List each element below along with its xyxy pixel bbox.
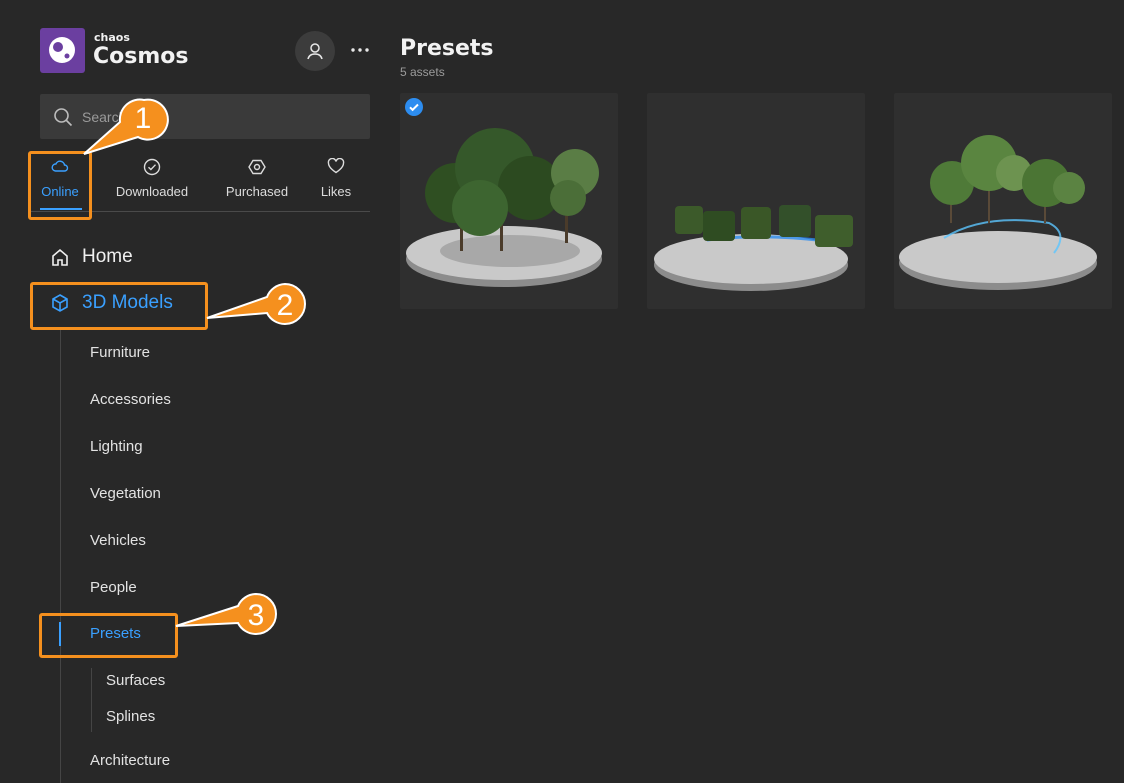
cosmos-logo <box>40 28 85 73</box>
highlight-3d-models <box>30 282 208 330</box>
callout-3-number: 3 <box>248 599 265 632</box>
selected-check-icon[interactable] <box>405 98 423 116</box>
callout-1-number: 1 <box>135 102 152 135</box>
nav-home[interactable]: Home <box>50 246 133 268</box>
user-icon <box>307 43 323 60</box>
category-splines[interactable]: Splines <box>106 708 155 725</box>
tab-label: Downloaded <box>115 184 189 199</box>
tree-group-thumbnail <box>406 128 602 287</box>
highlight-presets <box>39 613 178 658</box>
callout-2: 2 <box>206 282 306 326</box>
tree-guide-line <box>60 330 61 783</box>
page-title: Presets <box>400 36 494 61</box>
asset-card[interactable] <box>894 93 1112 309</box>
nav-home-label: Home <box>82 246 133 267</box>
brand-top: chaos <box>94 31 130 44</box>
category-vegetation[interactable]: Vegetation <box>90 485 161 502</box>
brand-name: Cosmos <box>93 44 189 69</box>
category-lighting[interactable]: Lighting <box>90 438 143 455</box>
callout-3: 3 <box>175 592 277 636</box>
hedges-thumbnail <box>654 205 853 291</box>
ellipsis-icon <box>351 48 369 52</box>
category-accessories[interactable]: Accessories <box>90 391 171 408</box>
tab-label: Likes <box>320 184 352 199</box>
callout-1: 1 <box>83 98 169 155</box>
tab-label: Purchased <box>225 184 289 199</box>
home-icon <box>52 248 68 266</box>
tab-likes[interactable]: Likes <box>318 157 354 208</box>
tab-downloaded[interactable]: Downloaded <box>108 158 196 208</box>
user-avatar-button[interactable] <box>295 31 335 71</box>
category-architecture[interactable]: Architecture <box>90 752 170 769</box>
category-vehicles[interactable]: Vehicles <box>90 532 146 549</box>
category-people[interactable]: People <box>90 579 137 596</box>
hexagon-icon <box>220 158 294 178</box>
highlight-online-tab <box>28 151 92 220</box>
more-options-button[interactable] <box>348 38 372 62</box>
tab-purchased[interactable]: Purchased <box>220 158 294 208</box>
check-circle-icon <box>108 158 196 178</box>
tree-guide-line-nested <box>91 668 92 732</box>
heart-icon <box>318 157 354 178</box>
trees-spline-thumbnail <box>899 135 1097 290</box>
category-surfaces[interactable]: Surfaces <box>106 672 165 689</box>
callout-2-number: 2 <box>277 289 294 322</box>
asset-card[interactable] <box>400 93 618 309</box>
asset-card[interactable] <box>647 93 865 309</box>
category-furniture[interactable]: Furniture <box>90 344 150 361</box>
asset-count: 5 assets <box>400 65 445 79</box>
